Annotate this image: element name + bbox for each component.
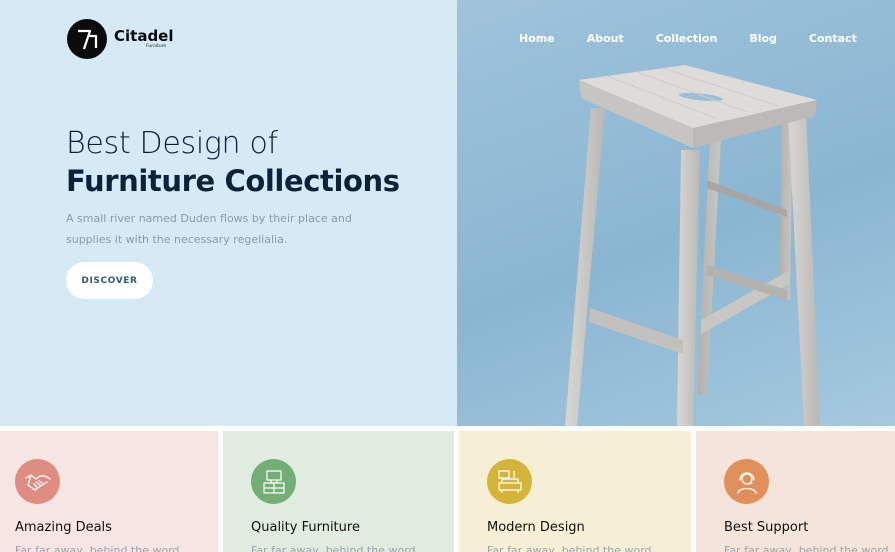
hero-headline-bold: Furniture Collections bbox=[66, 164, 400, 198]
handshake-icon bbox=[15, 459, 60, 504]
brand-name: Citadel bbox=[114, 26, 174, 45]
feature-description: Far far away, behind the word bbox=[724, 544, 889, 552]
hero-text-panel: Citadel Furniture Best Design of Furnitu… bbox=[0, 0, 457, 426]
stool-image bbox=[565, 65, 820, 426]
feature-title: Modern Design bbox=[487, 520, 585, 535]
nav-home[interactable]: Home bbox=[519, 32, 555, 45]
hero-description: A small river named Duden flows by their… bbox=[66, 212, 352, 246]
feature-description: Far far away, behind the word bbox=[15, 544, 180, 552]
feature-description: Far far away, behind the word bbox=[251, 544, 416, 552]
discover-button[interactable]: DISCOVER bbox=[66, 262, 153, 299]
nav-about[interactable]: About bbox=[587, 32, 624, 45]
brand-tagline: Furniture bbox=[146, 43, 167, 49]
support-agent-icon bbox=[724, 459, 769, 504]
armchair-icon bbox=[487, 459, 532, 504]
feature-title: Amazing Deals bbox=[15, 520, 112, 535]
brand-logo[interactable]: Citadel Furniture bbox=[67, 19, 174, 59]
feature-title: Best Support bbox=[724, 520, 809, 535]
main-nav: Home About Collection Blog Contact bbox=[519, 32, 857, 45]
hero-image: Home About Collection Blog Contact bbox=[457, 0, 895, 426]
feature-title: Quality Furniture bbox=[251, 520, 360, 535]
feature-card-modern-design: Modern Design Far far away, behind the w… bbox=[459, 431, 691, 552]
nav-collection[interactable]: Collection bbox=[656, 32, 718, 45]
nav-blog[interactable]: Blog bbox=[749, 32, 777, 45]
feature-description: Far far away, behind the word bbox=[487, 544, 652, 552]
feature-card-amazing-deals: Amazing Deals Far far away, behind the w… bbox=[0, 431, 218, 552]
nav-contact[interactable]: Contact bbox=[809, 32, 857, 45]
feature-card-best-support: Best Support Far far away, behind the wo… bbox=[696, 431, 895, 552]
citadel-logo-icon bbox=[67, 19, 107, 59]
furniture-icon bbox=[251, 459, 296, 504]
feature-card-quality-furniture: Quality Furniture Far far away, behind t… bbox=[223, 431, 454, 552]
hero-headline-light: Best Design of bbox=[66, 126, 278, 161]
